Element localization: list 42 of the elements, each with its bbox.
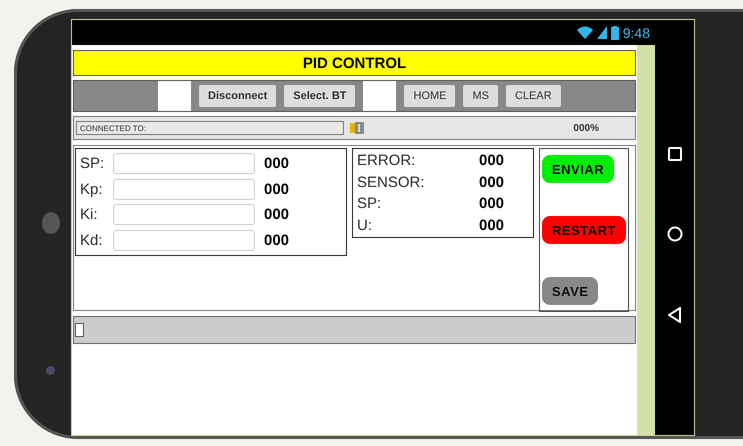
parameter-label: Ki:	[80, 206, 99, 224]
action-button[interactable]: ENVIAR	[542, 155, 614, 183]
signal-icon	[596, 26, 607, 39]
parameter-input[interactable]	[113, 153, 255, 174]
parameter-label: Kd:	[80, 232, 104, 249]
parameter-value: 000	[264, 232, 290, 249]
parameter-value: 000	[264, 155, 290, 172]
parameter-input[interactable]	[113, 230, 255, 251]
parameter-label: SP:	[80, 155, 106, 172]
checkbox[interactable]	[75, 323, 84, 337]
reading-value: 000	[479, 216, 504, 234]
title-bar: PID CONTROL	[73, 50, 636, 76]
toolbar-button[interactable]: HOME	[404, 85, 456, 107]
parameter-input[interactable]	[113, 204, 255, 226]
reading-label: U:	[357, 216, 373, 234]
blank-image	[158, 81, 191, 111]
parameter-value: 000	[264, 206, 290, 224]
action-button[interactable]: RESTART	[542, 216, 626, 244]
clock: 9:48	[622, 24, 650, 40]
battery-icon	[610, 26, 619, 40]
home-icon[interactable]	[666, 226, 682, 242]
reading-label: SENSOR:	[357, 174, 426, 191]
toolbar-button[interactable]: MS	[463, 85, 498, 107]
action-button[interactable]: SAVE	[542, 277, 598, 305]
parameter-label: Kp:	[80, 180, 104, 198]
toolbar-button[interactable]: Disconnect	[199, 85, 276, 107]
reading-label: ERROR:	[357, 152, 416, 170]
wifi-icon	[576, 26, 593, 39]
toolbar-button[interactable]: Select. BT	[284, 85, 356, 107]
progress-percent: 000%	[573, 122, 599, 134]
blank-image	[363, 81, 396, 111]
parameter-value: 000	[264, 180, 290, 198]
back-icon[interactable]	[668, 306, 682, 323]
recent-apps-icon[interactable]	[668, 147, 682, 162]
toolbar-button[interactable]: CLEAR	[506, 85, 561, 107]
reading-value: 000	[479, 152, 504, 170]
parameter-input[interactable]	[113, 178, 255, 200]
reading-value: 000	[479, 195, 504, 212]
connection-field: CONNECTED TO:	[76, 121, 344, 135]
reading-value: 000	[479, 174, 504, 191]
reading-label: SP:	[357, 195, 382, 212]
bluetooth-status-icon	[350, 122, 364, 134]
